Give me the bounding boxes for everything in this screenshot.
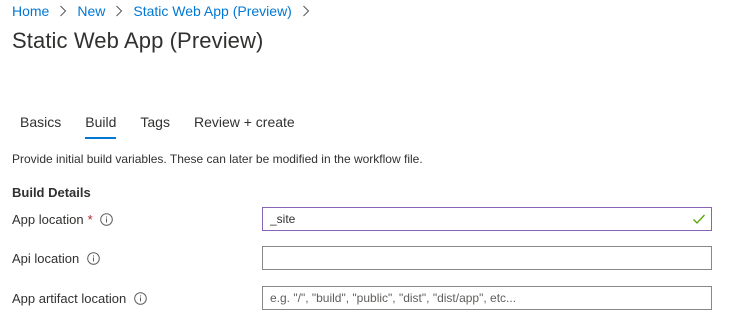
tab-build[interactable]: Build bbox=[77, 113, 124, 139]
form-description: Provide initial build variables. These c… bbox=[12, 152, 423, 166]
breadcrumb-home-link[interactable]: Home bbox=[12, 3, 49, 19]
api-location-label-text: Api location bbox=[12, 250, 80, 266]
tab-tags[interactable]: Tags bbox=[132, 113, 178, 139]
info-icon[interactable] bbox=[100, 212, 114, 226]
checkmark-icon bbox=[691, 211, 707, 227]
app-artifact-location-input[interactable] bbox=[263, 288, 711, 308]
api-location-input[interactable] bbox=[263, 248, 711, 268]
api-location-input-box bbox=[262, 246, 712, 270]
app-location-label-text: App location bbox=[12, 211, 84, 227]
app-artifact-location-label-text: App artifact location bbox=[12, 290, 127, 306]
required-marker: * bbox=[87, 211, 93, 227]
app-location-label: App location * bbox=[12, 210, 114, 228]
tab-review-create[interactable]: Review + create bbox=[186, 113, 303, 139]
page-title: Static Web App (Preview) bbox=[12, 28, 264, 53]
breadcrumb-static-web-app-link[interactable]: Static Web App (Preview) bbox=[133, 3, 291, 19]
app-artifact-location-input-box bbox=[262, 286, 712, 310]
info-icon[interactable] bbox=[86, 251, 100, 265]
info-icon[interactable] bbox=[133, 291, 147, 305]
chevron-right-icon bbox=[113, 5, 125, 17]
tab-basics[interactable]: Basics bbox=[12, 113, 69, 139]
breadcrumb: Home New Static Web App (Preview) bbox=[12, 2, 320, 20]
breadcrumb-new-link[interactable]: New bbox=[77, 3, 105, 19]
api-location-label: Api location bbox=[12, 249, 100, 267]
section-heading-build-details: Build Details bbox=[12, 185, 91, 200]
chevron-right-icon bbox=[300, 5, 312, 17]
app-artifact-location-label: App artifact location bbox=[12, 289, 147, 307]
app-location-input-box bbox=[262, 207, 712, 231]
tab-bar: Basics Build Tags Review + create bbox=[12, 113, 311, 139]
chevron-right-icon bbox=[57, 5, 69, 17]
app-location-input[interactable] bbox=[263, 209, 691, 229]
